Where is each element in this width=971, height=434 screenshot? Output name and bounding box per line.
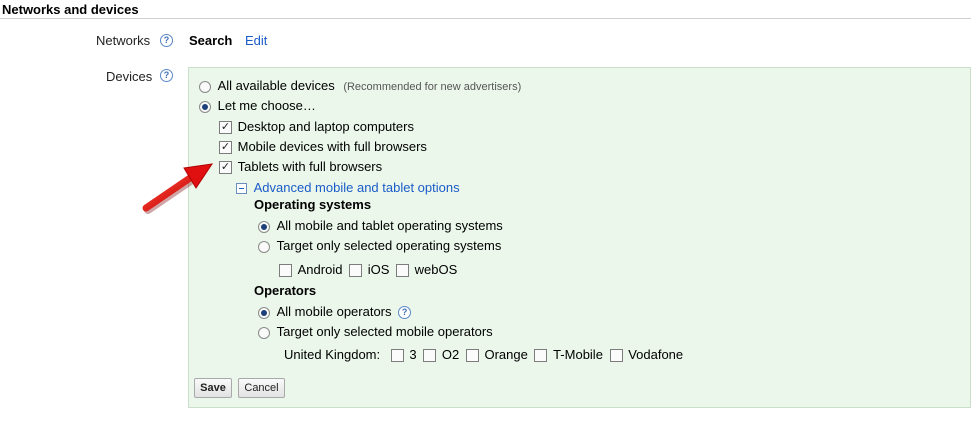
networks-edit-link[interactable]: Edit (245, 33, 267, 48)
os-ios-label: iOS (367, 262, 390, 277)
os-all-label: All mobile and tablet operating systems (276, 218, 503, 233)
networks-help-icon[interactable]: ? (160, 34, 173, 47)
operators-selected-radio[interactable] (258, 326, 270, 339)
operators-selected-option[interactable]: Target only selected mobile operators (258, 324, 493, 339)
let-me-choose-radio[interactable] (199, 100, 211, 113)
operators-country-row: United Kingdom: 3 O2 Orange T-Mobile Vod… (284, 347, 684, 363)
operator-orange-checkbox[interactable] (465, 349, 479, 363)
os-android-label: Android (297, 262, 343, 277)
all-devices-label: All available devices (217, 78, 335, 93)
os-webos-checkbox[interactable] (395, 264, 409, 278)
section-title: Networks and devices (2, 2, 139, 17)
all-devices-radio[interactable] (199, 80, 211, 93)
advanced-options-link[interactable]: Advanced mobile and tablet options (254, 180, 460, 195)
operators-selected-label: Target only selected mobile operators (276, 324, 493, 339)
save-button[interactable]: Save (194, 378, 232, 398)
operators-all-option[interactable]: All mobile operators ? (258, 304, 412, 320)
operator-3-label: 3 (409, 347, 417, 362)
operator-tmobile-checkbox[interactable] (534, 349, 548, 363)
device-mobile-option[interactable]: ✓ Mobile devices with full browsers (219, 139, 427, 155)
operator-3-checkbox[interactable] (390, 349, 404, 363)
os-selected-label: Target only selected operating systems (276, 238, 502, 253)
os-selected-option[interactable]: Target only selected operating systems (258, 238, 501, 253)
all-devices-option[interactable]: All available devices (Recommended for n… (199, 78, 521, 93)
section-divider (0, 18, 971, 19)
cancel-button[interactable]: Cancel (238, 378, 285, 398)
os-ios-checkbox[interactable] (349, 264, 363, 278)
operator-o2-label: O2 (441, 347, 460, 362)
os-selected-radio[interactable] (258, 240, 270, 253)
device-desktop-label: Desktop and laptop computers (237, 119, 414, 134)
devices-help-icon[interactable]: ? (160, 69, 173, 82)
operator-vodafone-label: Vodafone (628, 347, 684, 362)
networks-label: Networks (96, 33, 151, 48)
devices-label: Devices (106, 69, 153, 84)
all-devices-hint: (Recommended for new advertisers) (343, 81, 522, 93)
device-mobile-label: Mobile devices with full browsers (237, 139, 427, 154)
operators-all-radio[interactable] (258, 306, 270, 319)
os-all-radio[interactable] (258, 220, 270, 233)
device-mobile-checkbox[interactable]: ✓ (219, 141, 232, 155)
advanced-options-toggle[interactable]: Advanced mobile and tablet options (236, 180, 460, 195)
operators-heading: Operators (254, 283, 317, 298)
os-webos-label: webOS (414, 262, 458, 277)
collapse-icon[interactable] (236, 183, 247, 195)
os-heading: Operating systems (254, 197, 372, 212)
red-arrow-icon (142, 163, 214, 214)
let-me-choose-label: Let me choose… (217, 98, 316, 113)
os-items: Android iOS webOS (279, 262, 458, 278)
os-android-checkbox[interactable] (279, 264, 292, 278)
operators-help-icon[interactable]: ? (398, 306, 412, 320)
operator-orange-label: Orange (484, 347, 528, 362)
let-me-choose-option[interactable]: Let me choose… (199, 98, 316, 113)
operator-tmobile-label: T-Mobile (553, 347, 603, 362)
networks-value: Search (189, 33, 233, 48)
operator-o2-checkbox[interactable] (423, 349, 437, 363)
device-tablet-checkbox[interactable]: ✓ (219, 161, 232, 175)
operators-country-label: United Kingdom: (284, 347, 381, 362)
device-desktop-checkbox[interactable]: ✓ (219, 121, 232, 135)
operators-all-label: All mobile operators (276, 304, 392, 319)
device-tablet-option[interactable]: ✓ Tablets with full browsers (219, 159, 383, 175)
device-desktop-option[interactable]: ✓ Desktop and laptop computers (219, 119, 414, 135)
devices-panel: All available devices (Recommended for n… (188, 67, 971, 408)
os-all-option[interactable]: All mobile and tablet operating systems (258, 218, 503, 233)
operator-vodafone-checkbox[interactable] (609, 349, 623, 363)
device-tablet-label: Tablets with full browsers (237, 159, 383, 174)
